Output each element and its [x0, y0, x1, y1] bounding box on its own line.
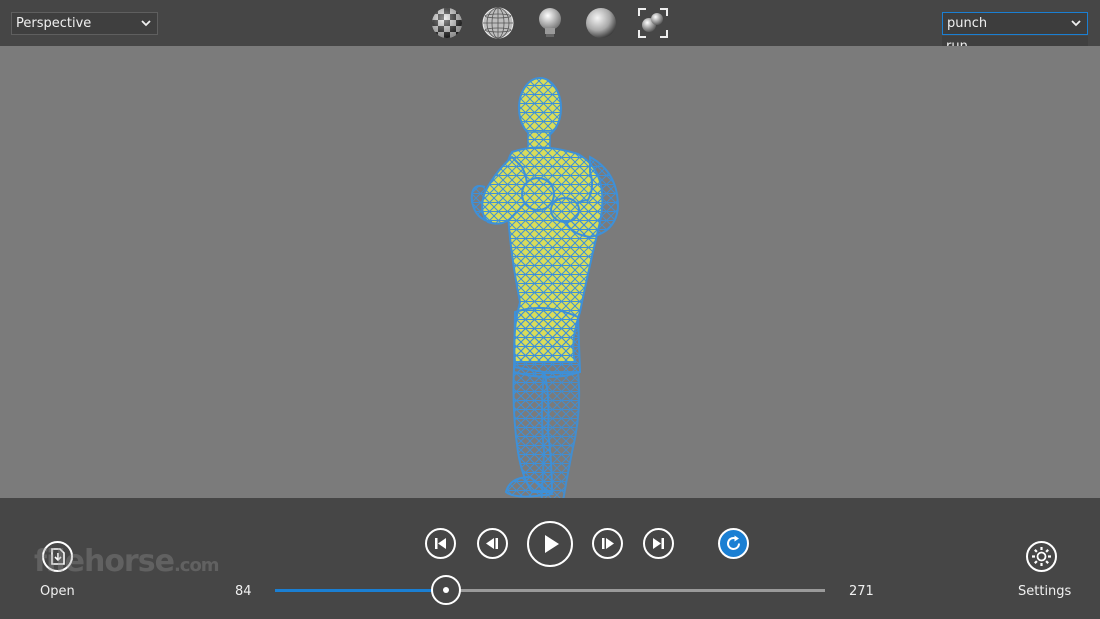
- step-back-button[interactable]: [477, 528, 508, 559]
- skip-to-end-icon: [653, 538, 664, 549]
- checker-material-icon[interactable]: [430, 6, 464, 40]
- shaded-sphere-icon[interactable]: [584, 6, 618, 40]
- step-back-icon: [486, 538, 498, 549]
- timeline-thumb[interactable]: [431, 575, 461, 605]
- render-mode-toolbar: [430, 6, 670, 40]
- wireframe-character-model: [470, 77, 620, 532]
- wireframe-sphere-icon[interactable]: [481, 6, 515, 40]
- fit-view-icon[interactable]: [636, 6, 670, 40]
- loop-icon: [727, 535, 740, 550]
- frame-start-label: 84: [235, 584, 252, 599]
- chevron-down-icon: [1071, 20, 1081, 27]
- step-forward-icon: [602, 538, 614, 549]
- animation-selected-value: punch: [947, 16, 988, 31]
- open-label: Open: [40, 584, 75, 599]
- timeline-slider[interactable]: [275, 575, 825, 605]
- loop-toggle-button[interactable]: [718, 528, 749, 559]
- play-button[interactable]: [527, 521, 573, 567]
- step-forward-button[interactable]: [592, 528, 623, 559]
- chevron-down-icon: [141, 20, 151, 27]
- timeline-progress: [275, 589, 446, 592]
- view-mode-dropdown[interactable]: Perspective: [11, 12, 158, 35]
- settings-button[interactable]: [1026, 541, 1057, 572]
- skip-to-end-button[interactable]: [643, 528, 674, 559]
- light-bulb-icon[interactable]: [533, 6, 567, 40]
- watermark-logo: filehorse.com: [34, 544, 220, 579]
- skip-to-start-icon: [435, 538, 446, 549]
- play-icon: [545, 535, 559, 553]
- frame-end-label: 271: [849, 584, 874, 599]
- skip-to-start-button[interactable]: [425, 528, 456, 559]
- view-mode-value: Perspective: [16, 16, 92, 31]
- app-window: Perspective punch Open 84 271 Settings f…: [0, 0, 1100, 619]
- animation-dropdown[interactable]: punch: [942, 12, 1088, 35]
- 3d-viewport[interactable]: [0, 46, 1100, 532]
- top-toolbar: Perspective punch: [0, 0, 1100, 104]
- gear-icon: [1032, 547, 1051, 566]
- settings-label: Settings: [1018, 584, 1072, 599]
